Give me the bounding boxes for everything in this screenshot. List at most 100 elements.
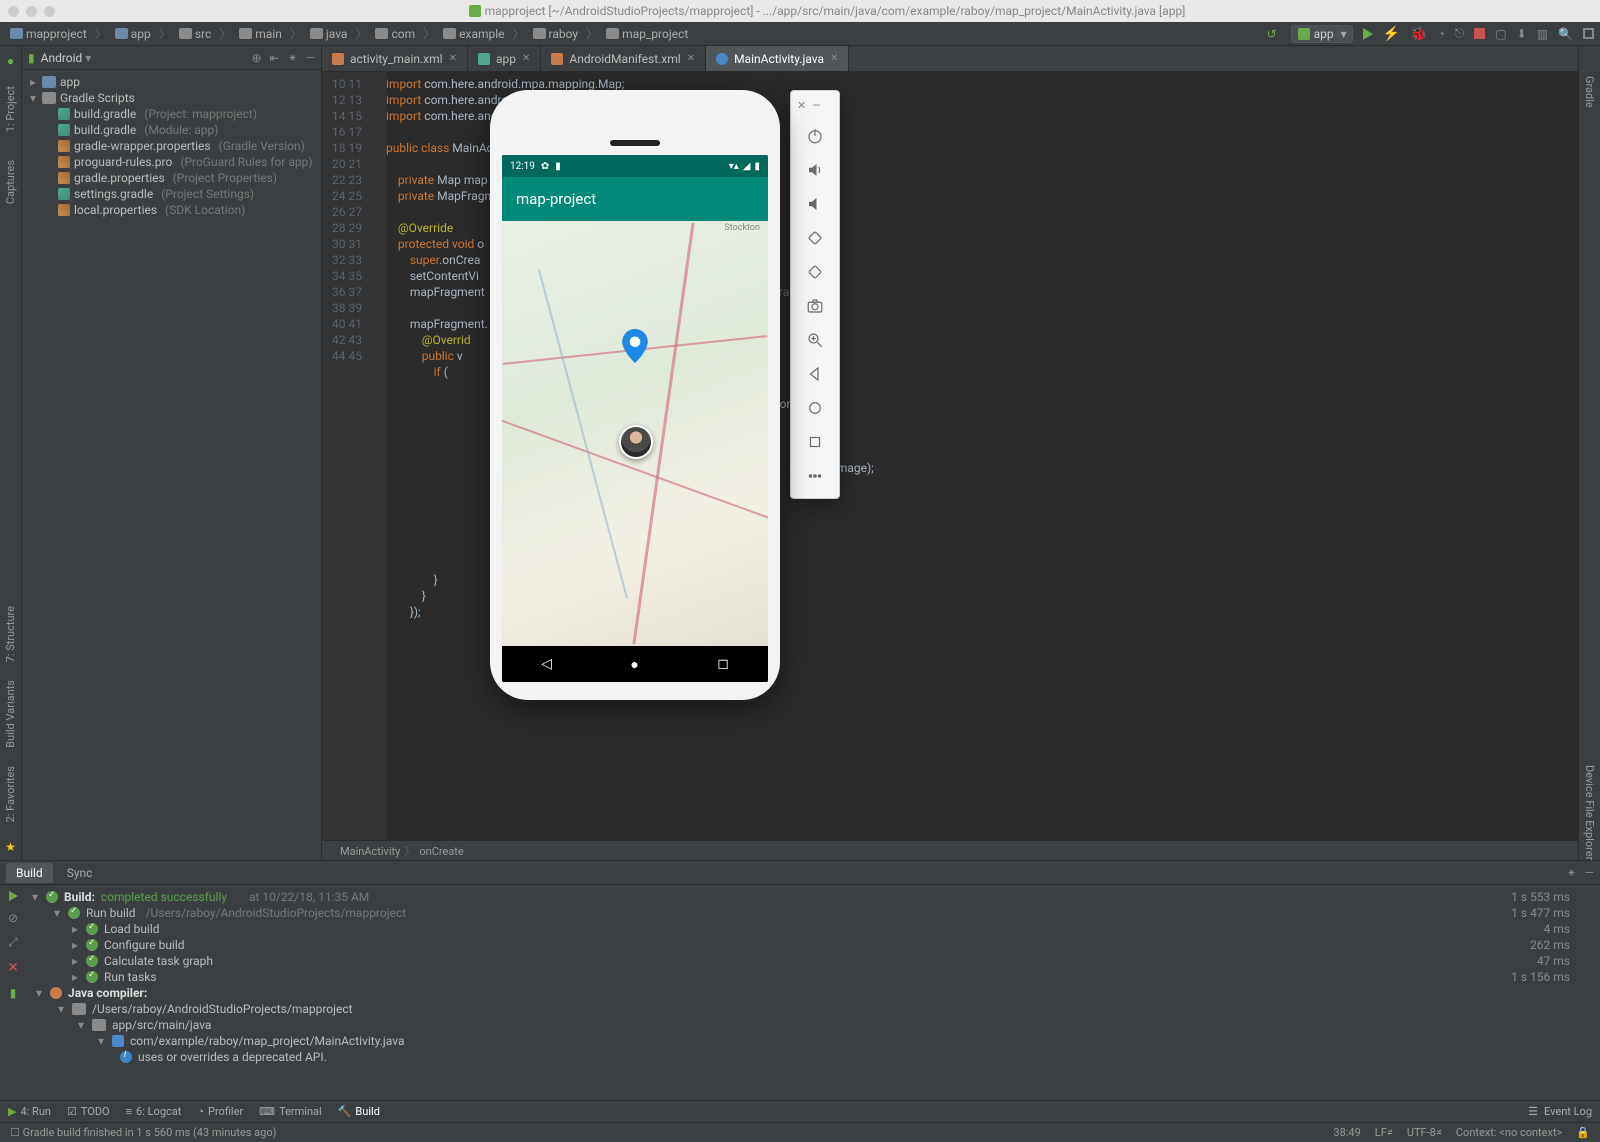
event-log-icon[interactable]: ☰ (1528, 1105, 1538, 1118)
tree-file[interactable]: gradle-wrapper.properties(Gradle Version… (22, 138, 321, 154)
tool-project[interactable]: 1: Project (4, 86, 17, 132)
editor-tab[interactable]: activity_main.xml✕ (322, 46, 468, 71)
tree-app[interactable]: ▸app (22, 74, 321, 90)
tool-favorites[interactable]: 2: Favorites (4, 766, 17, 822)
build-path[interactable]: ▾app/src/main/java (26, 1017, 1600, 1033)
emu-screenshot-icon[interactable] (796, 290, 834, 322)
misc-icon[interactable] (1583, 28, 1594, 39)
attach-icon[interactable]: ⎋ (1455, 26, 1465, 41)
sync-icon[interactable]: ↺ (1267, 27, 1281, 41)
status-lock-icon[interactable]: 🔒 (1576, 1126, 1590, 1139)
tool-structure[interactable]: 7: Structure (4, 606, 17, 662)
tool-device-explorer[interactable]: Device File Explorer (1583, 765, 1596, 860)
nav-home-icon[interactable]: ● (630, 656, 638, 673)
tree-file[interactable]: gradle.properties(Project Properties) (22, 170, 321, 186)
bc-mapproject[interactable]: mapproject (6, 25, 91, 43)
bt-eventlog[interactable]: Event Log (1544, 1105, 1592, 1118)
project-view-dropdown[interactable]: Android (41, 51, 92, 65)
scroll-from-icon[interactable]: ⊕ (251, 51, 261, 65)
build-path[interactable]: ▾/Users/raboy/AndroidStudioProjects/mapp… (26, 1001, 1600, 1017)
map-view[interactable]: Stockton (502, 221, 768, 646)
layout-icon[interactable]: ▥ (1537, 27, 1548, 41)
bt-terminal[interactable]: ⌨Terminal (259, 1105, 322, 1118)
bc-src[interactable]: src (175, 25, 215, 43)
bc-java[interactable]: java (306, 25, 352, 43)
emu-power-icon[interactable] (796, 120, 834, 152)
status-pos[interactable]: 38:49 (1333, 1126, 1360, 1139)
emu-rotate-right-icon[interactable] (796, 256, 834, 288)
emu-volume-up-icon[interactable] (796, 154, 834, 186)
mac-max[interactable] (44, 6, 55, 17)
bc-com[interactable]: com (371, 25, 419, 43)
build-item[interactable]: ▸Run tasks1 s 156 ms (26, 969, 1600, 985)
gear-icon[interactable]: ✴ (288, 51, 298, 65)
build-rerun-icon[interactable] (9, 891, 18, 901)
editor-tab[interactable]: MainActivity.java✕ (706, 46, 849, 71)
tree-file[interactable]: build.gradle(Module: app) (22, 122, 321, 138)
run-button[interactable] (1363, 28, 1373, 40)
tree-file[interactable]: proguard-rules.pro(ProGuard Rules for ap… (22, 154, 321, 170)
build-item[interactable]: ▸Load build4 ms (26, 921, 1600, 937)
bc-main[interactable]: main (235, 25, 286, 43)
mac-close[interactable] (8, 6, 19, 17)
profiler-icon[interactable]: ◔ (1438, 27, 1445, 41)
sdk-icon[interactable]: ⬇ (1517, 27, 1527, 41)
build-filter-icon[interactable]: ⊘ (8, 911, 18, 925)
debug-button[interactable]: 🐞 (1410, 26, 1427, 42)
bc-raboy[interactable]: raboy (529, 25, 583, 43)
hide-icon[interactable]: — (306, 51, 315, 65)
build-item[interactable]: ▸Configure build262 ms (26, 937, 1600, 953)
bc-example[interactable]: example (439, 25, 508, 43)
status-enc[interactable]: UTF-8≠ (1407, 1126, 1442, 1139)
bt-logcat[interactable]: ≡6: Logcat (126, 1105, 182, 1118)
build-android-icon[interactable]: ▮ (10, 986, 17, 1000)
bt-profiler[interactable]: ◔Profiler (197, 1105, 243, 1118)
tree-file[interactable]: settings.gradle(Project Settings) (22, 186, 321, 202)
build-tab-sync[interactable]: Sync (57, 863, 103, 883)
emu-back-icon[interactable] (796, 358, 834, 390)
editor-tab[interactable]: AndroidManifest.xml✕ (541, 46, 706, 71)
build-root[interactable]: ▾Build: completed successfully at 10/22/… (26, 889, 1600, 905)
run-config-selector[interactable]: app (1291, 25, 1353, 43)
tree-file[interactable]: local.properties(SDK Location) (22, 202, 321, 218)
build-stop-icon[interactable]: ✕ (7, 960, 19, 976)
build-msg[interactable]: uses or overrides a deprecated API. (26, 1049, 1600, 1065)
tool-captures[interactable]: Captures (4, 160, 17, 204)
emu-overview-icon[interactable] (796, 426, 834, 458)
stop-button[interactable] (1474, 28, 1485, 39)
build-hide-icon[interactable]: — (1585, 866, 1594, 880)
build-item[interactable]: ▸Calculate task graph47 ms (26, 953, 1600, 969)
build-java[interactable]: ▾Java compiler: (26, 985, 1600, 1001)
collapse-icon[interactable]: ⇤ (270, 51, 280, 65)
status-ctx[interactable]: Context: <no context> (1456, 1126, 1562, 1139)
emu-zoom-icon[interactable] (796, 324, 834, 356)
nav-recent-icon[interactable]: ◻ (717, 656, 729, 672)
search-icon[interactable]: 🔍 (1558, 27, 1573, 41)
build-file[interactable]: ▾com/example/raboy/map_project/MainActiv… (26, 1033, 1600, 1049)
emu-min-icon[interactable]: — (812, 99, 821, 112)
build-item[interactable]: ▾Run build /Users/raboy/AndroidStudioPro… (26, 905, 1600, 921)
emu-rotate-left-icon[interactable] (796, 222, 834, 254)
tool-build-variants[interactable]: Build Variants (4, 680, 17, 748)
editor-tab[interactable]: app✕ (468, 46, 541, 71)
bt-build[interactable]: 🔨Build (338, 1105, 380, 1118)
build-gear-icon[interactable]: ✴ (1567, 866, 1577, 880)
tree-gradle-scripts[interactable]: ▾Gradle Scripts (22, 90, 321, 106)
nav-back-icon[interactable]: ◁ (541, 656, 552, 672)
tree-file[interactable]: build.gradle(Project: mapproject) (22, 106, 321, 122)
emu-more-icon[interactable] (796, 460, 834, 492)
build-tab-build[interactable]: Build (6, 863, 53, 883)
status-lf[interactable]: LF≠ (1375, 1126, 1393, 1139)
emu-volume-down-icon[interactable] (796, 188, 834, 220)
mac-min[interactable] (26, 6, 37, 17)
bc-app[interactable]: app (111, 25, 155, 43)
emu-home-icon[interactable] (796, 392, 834, 424)
instant-run-icon[interactable]: ⚡ (1383, 26, 1400, 42)
bt-todo[interactable]: ☑TODO (67, 1105, 110, 1118)
build-expand-icon[interactable]: ⤢ (8, 935, 18, 950)
tool-gradle[interactable]: Gradle (1583, 76, 1596, 108)
avd-icon[interactable]: ▢ (1495, 27, 1506, 41)
bt-run[interactable]: ▶4: Run (8, 1105, 51, 1118)
emu-close-icon[interactable]: ✕ (797, 99, 806, 112)
bc-mapproj[interactable]: map_project (602, 25, 692, 43)
